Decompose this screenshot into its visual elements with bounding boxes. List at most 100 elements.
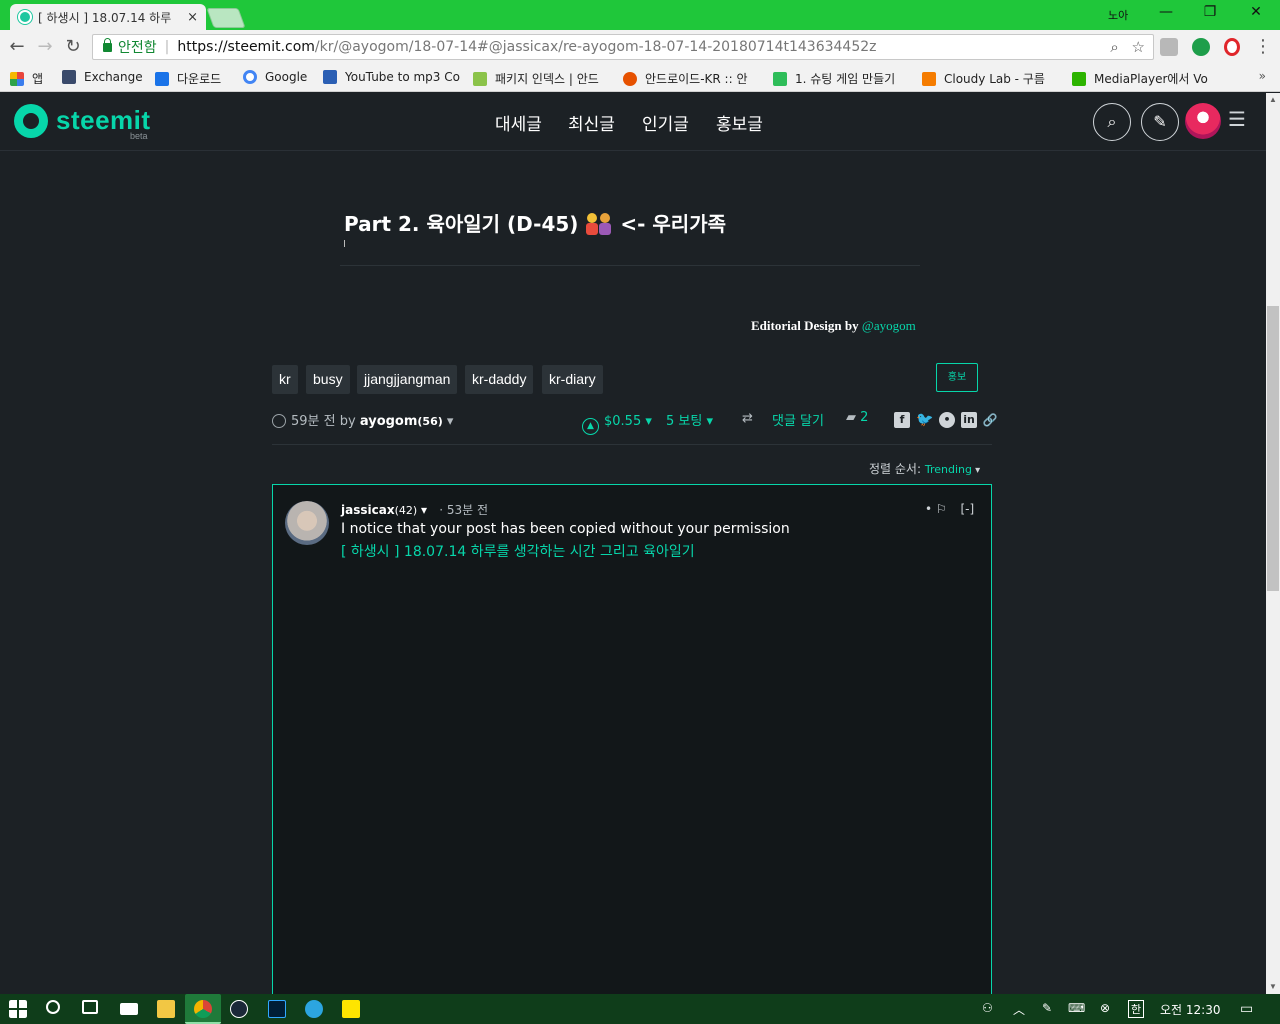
resteem-icon[interactable]: ⇄ [742,411,753,426]
scroll-down-arrow-icon[interactable]: ▼ [1266,980,1280,994]
votes-count[interactable]: 5 보팅 [666,414,702,429]
bookmark-item[interactable]: 다운로드 [155,70,221,87]
omnibox-icons: ⌕ ☆ [1110,38,1145,56]
payout-value[interactable]: $0.55 [604,414,641,429]
text-caret [344,240,345,247]
bookmark-item[interactable]: MediaPlayer에서 Vo [1072,70,1210,87]
kakaotalk-icon[interactable] [342,1000,360,1018]
tag-busy[interactable]: busy [306,365,350,394]
editorial-author-link[interactable]: @ayogom [862,318,916,333]
twitter-icon[interactable]: 🐦 [916,412,933,428]
upvote-icon[interactable]: ▲ [582,418,599,435]
telegram-icon[interactable] [305,1000,323,1018]
network-off-icon[interactable]: ⊗ [1100,1001,1110,1015]
user-avatar[interactable] [1185,103,1221,139]
search-icon[interactable] [46,1000,60,1014]
search-button[interactable]: ⌕ [1093,103,1131,141]
bookmark-item[interactable]: Exchange [62,70,143,84]
opera-icon[interactable] [1224,38,1240,56]
nav-trending[interactable]: 대세글 [495,110,542,135]
bookmark-item[interactable]: Cloudy Lab - 구름 [922,70,1060,87]
back-button[interactable]: ← [6,36,28,58]
minimize-button[interactable]: — [1156,4,1176,24]
voting: ▲ $0.55 ▾ 5 보팅 ▾ [582,410,713,435]
mp3-icon [323,70,337,84]
bookmark-item[interactable]: 앱 [10,70,43,87]
comment-time[interactable]: · 53분 전 [439,503,488,517]
collapse-comment-button[interactable]: [-] [960,502,974,516]
extension-icon[interactable] [1160,38,1178,56]
bookmark-item[interactable]: 안드로이드-KR :: 안 [623,70,761,87]
forward-button[interactable]: → [34,36,56,58]
post-author[interactable]: ayogom [360,414,418,429]
people-icon[interactable]: ⚇ [982,1001,993,1015]
browser-tab[interactable]: [ 하생시 ] 18.07.14 하루 × [10,4,206,30]
photoshop-icon[interactable] [268,1000,286,1018]
bookmarks-more-button[interactable]: » [1259,69,1266,83]
votes-dropdown-icon[interactable]: ▾ [702,414,713,429]
steemit-logo-icon[interactable] [14,104,48,138]
payout-dropdown-icon[interactable]: ▾ [641,414,652,429]
facebook-icon[interactable]: f [894,412,910,428]
restore-button[interactable]: ❐ [1200,4,1220,24]
keyboard-icon[interactable]: ⌨ [1068,1001,1085,1015]
bookmark-item[interactable]: Google [243,70,307,84]
comment-author[interactable]: jassicax [341,503,395,517]
explorer-icon[interactable] [157,1000,175,1018]
nav-promoted[interactable]: 홍보글 [716,110,763,135]
close-window-button[interactable]: ✕ [1246,4,1266,24]
new-tab-button[interactable] [206,8,246,28]
reddit-icon[interactable]: • [939,412,955,428]
secure-label: 안전함 [118,40,157,56]
link-icon[interactable]: 🔗 [982,412,998,428]
zoom-icon[interactable]: ⌕ [1110,38,1118,56]
bookmark-item[interactable]: 패키지 인덱스 | 안드 [473,70,611,87]
author-dropdown-icon[interactable]: ▾ [447,414,454,429]
tag-kr-diary[interactable]: kr-diary [542,365,603,394]
reload-button[interactable]: ↻ [62,36,84,58]
comment-link[interactable]: [ 하생시 ] 18.07.14 하루를 생각하는 시간 그리고 육아일기 [341,541,695,561]
extension-green-icon[interactable] [1192,38,1210,56]
ime-indicator[interactable]: 한 [1128,1000,1145,1018]
start-icon[interactable] [9,1000,27,1018]
tag-kr[interactable]: kr [272,365,298,394]
address-bar[interactable]: 안전함 | https://steemit.com /kr/@ayogom/18… [92,34,1154,60]
comment-author-dropdown-icon[interactable]: ▾ [417,503,427,517]
nav-new[interactable]: 최신글 [568,110,615,135]
tag-kr-daddy[interactable]: kr-daddy [465,365,534,394]
windows-taskbar: ⚇ ︿ ✎ ⌨ ⊗ 한 오전 12:30 ▭ [0,994,1280,1024]
mail-icon[interactable] [120,1003,138,1015]
bookmark-star-icon[interactable]: ☆ [1132,38,1145,56]
task-view-icon[interactable] [82,1000,98,1014]
tag-jjangjjangman[interactable]: jjangjjangman [357,365,458,394]
tab-close-button[interactable]: × [187,10,198,25]
promote-button[interactable]: 홍보 [936,363,978,392]
notification-icon[interactable]: ▭ [1240,1001,1253,1017]
scroll-up-arrow-icon[interactable]: ▲ [1266,93,1280,107]
post-title-text: Part 2. 육아일기 (D-45) [344,212,579,236]
hamburger-menu-icon[interactable]: ☰ [1228,110,1246,130]
sort-value-dropdown[interactable]: Trending [925,463,972,476]
editorial-label: Editorial Design by [751,318,859,333]
linkedin-icon[interactable]: in [961,412,977,428]
url-separator: | [164,39,170,55]
sort-dropdown-icon[interactable]: ▾ [972,465,980,476]
bookmark-item[interactable]: YouTube to mp3 Co [323,70,461,84]
steemit-favicon-icon [18,10,32,24]
steam-icon[interactable] [230,1000,248,1018]
clock-time[interactable]: 오전 12:30 [1160,1001,1220,1018]
comment-avatar[interactable] [285,501,329,545]
write-post-button[interactable]: ✎ [1141,103,1179,141]
chrome-taskbar-button[interactable] [185,994,221,1024]
scrollbar-thumb[interactable] [1267,306,1279,591]
profile-name[interactable]: 노아 [1108,7,1128,23]
flag-icon[interactable]: • ⚐ [925,502,947,516]
tray-expand-icon[interactable]: ︿ [1013,1001,1025,1018]
pen-icon[interactable]: ✎ [1042,1001,1052,1015]
post-title-suffix: <- 우리가족 [620,212,726,236]
reply-link[interactable]: 댓글 달기 [772,410,824,429]
comments-count[interactable]: ▰ 2 [846,410,868,425]
chrome-menu-button[interactable]: ⋮ [1252,36,1274,58]
nav-hot[interactable]: 인기글 [642,110,689,135]
bookmark-item[interactable]: 1. 슈팅 게임 만들기 [773,70,911,87]
